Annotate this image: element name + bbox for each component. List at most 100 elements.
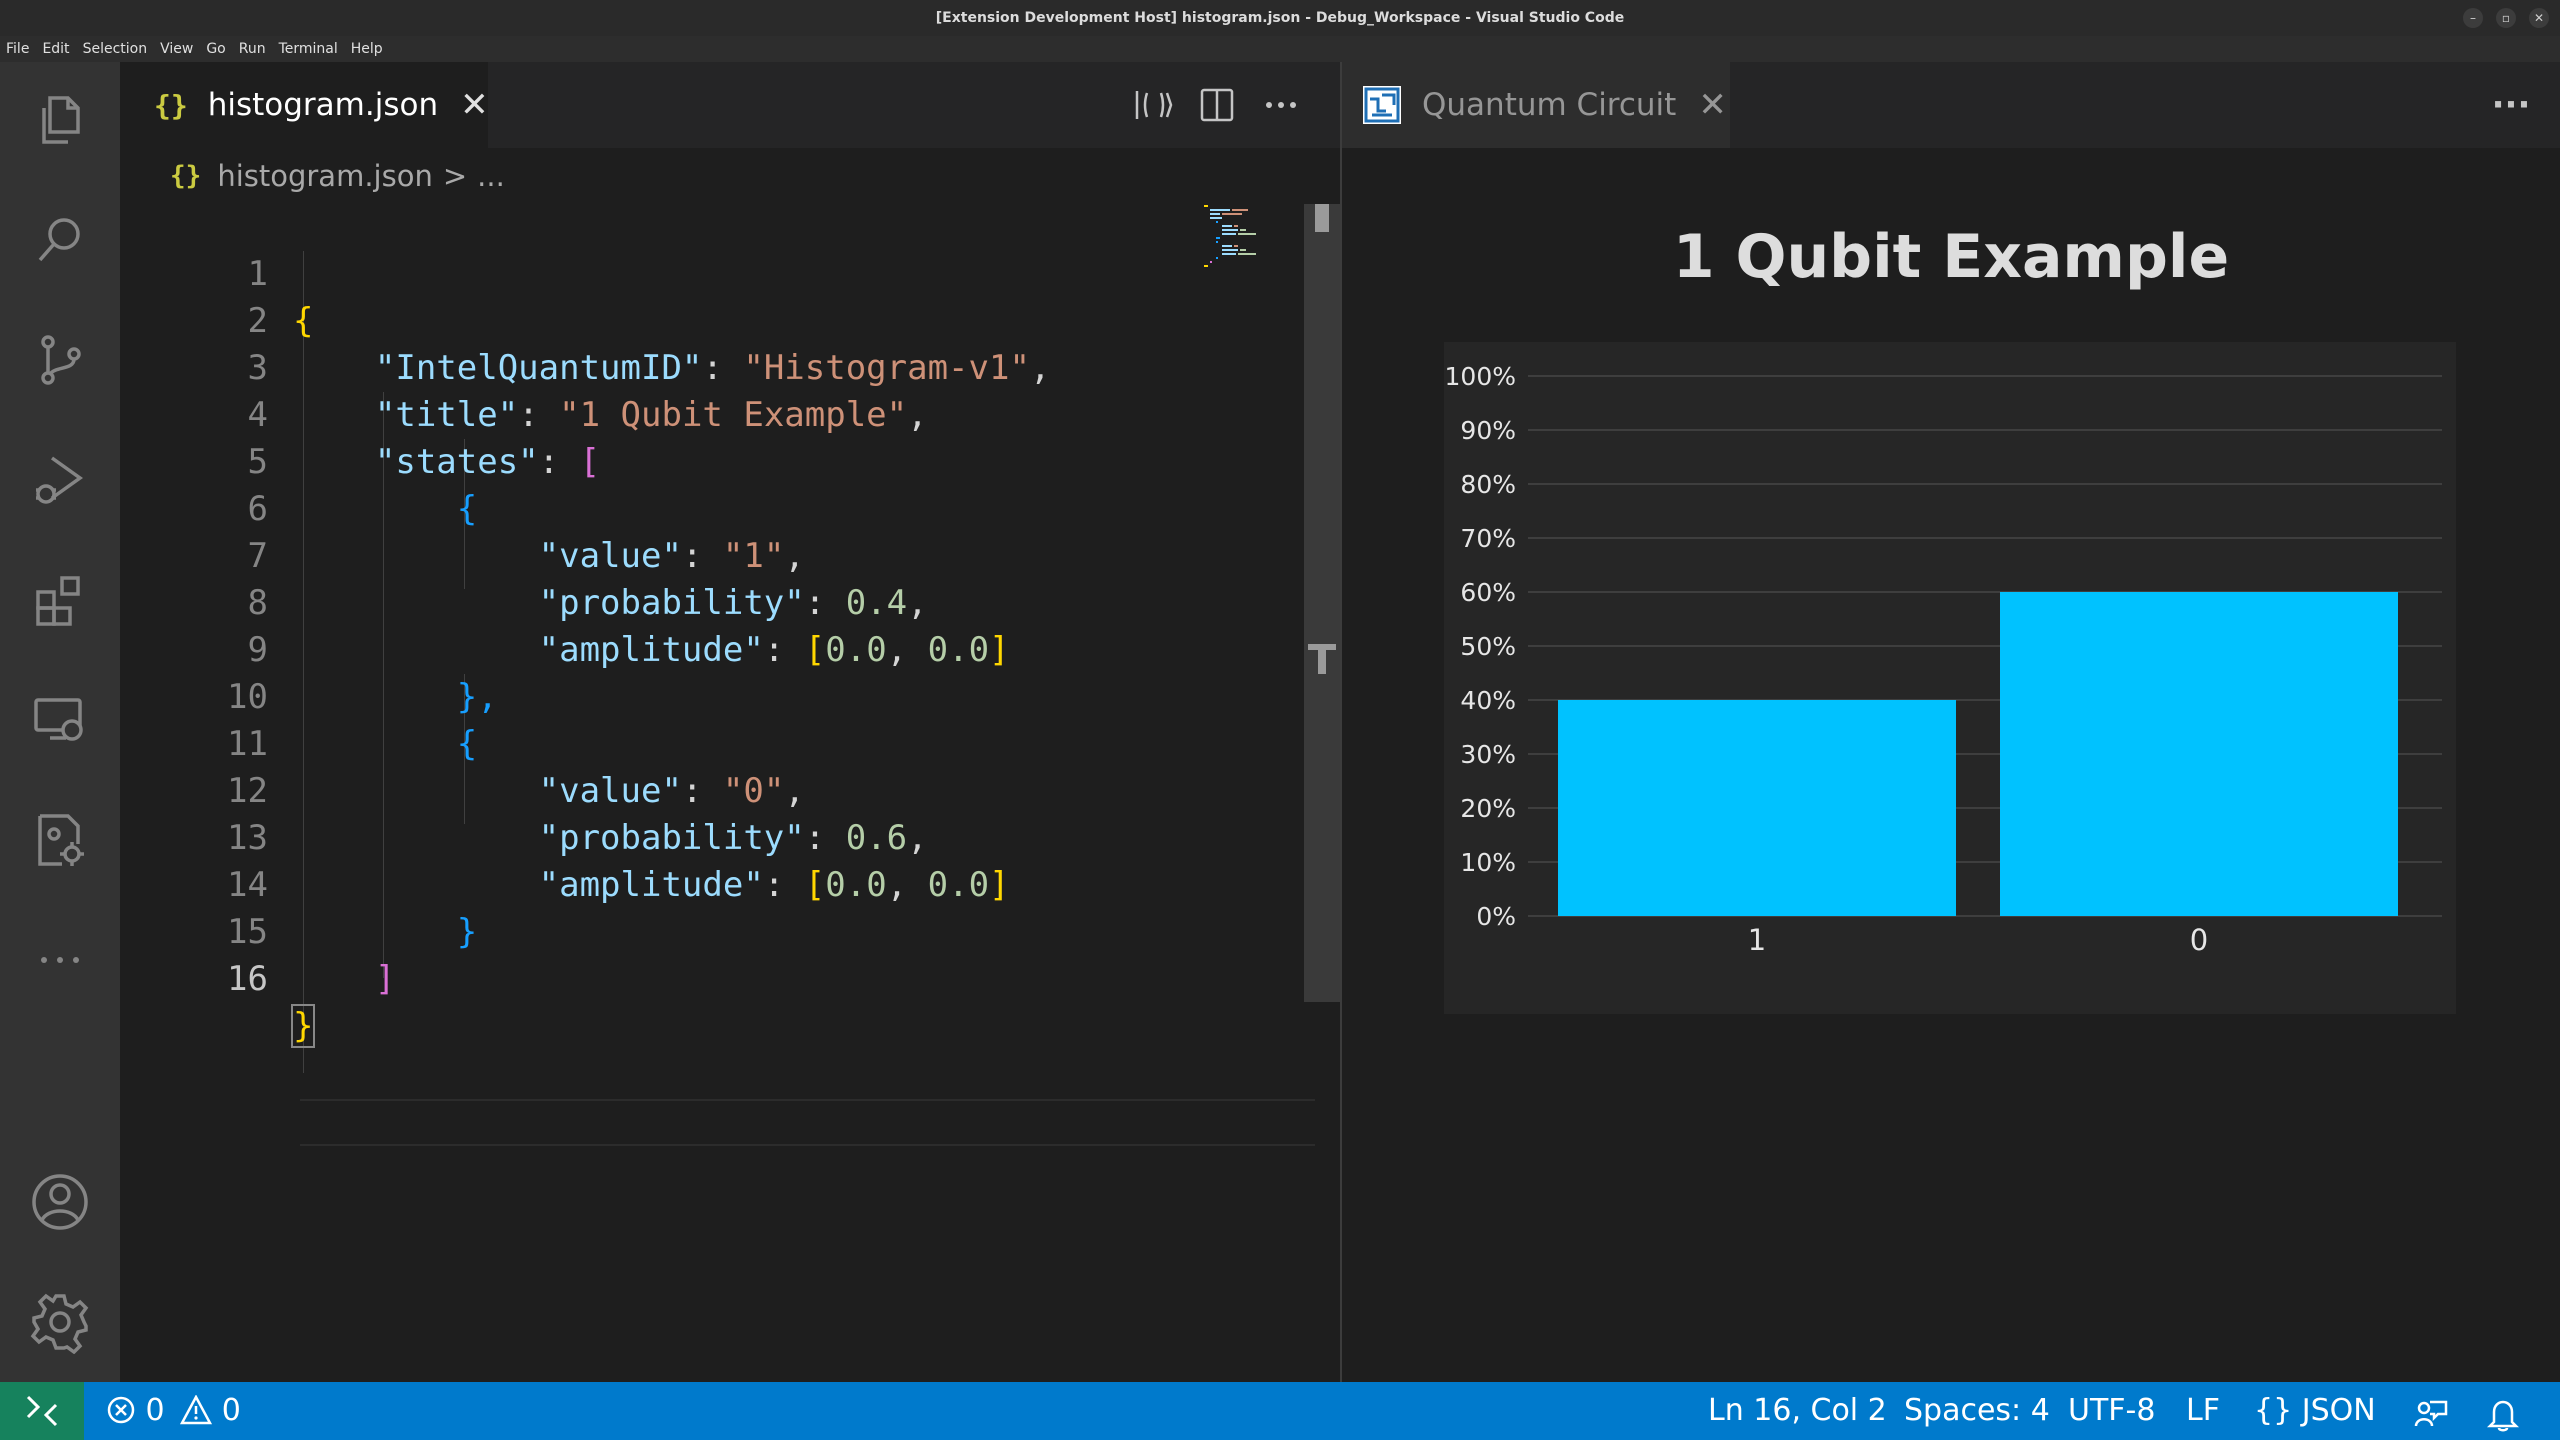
preview-tab-bar: Quantum Circuit ✕ ···: [1342, 62, 2560, 148]
menu-selection[interactable]: Selection: [83, 41, 148, 57]
warning-count: 0: [221, 1393, 241, 1428]
notifications-bell-icon[interactable]: [2486, 1394, 2520, 1432]
problems-indicator[interactable]: 0 0: [106, 1382, 241, 1440]
code-line: 16 }: [227, 959, 316, 1048]
menu-edit[interactable]: Edit: [42, 41, 69, 57]
feedback-icon[interactable]: [2414, 1394, 2448, 1430]
code-line: 7 "probability": 0.4,: [247, 536, 928, 623]
editor-scrollbar[interactable]: [1304, 204, 1340, 1002]
title-bar: [Extension Development Host] histogram.j…: [0, 0, 2560, 36]
language-mode[interactable]: {} JSON: [2254, 1382, 2376, 1440]
code-line: 13 "amplitude": [0.0, 0.0]: [227, 818, 1010, 905]
code-line: 8 "amplitude": [0.0, 0.0]: [247, 583, 1010, 670]
histogram-bar-1[interactable]: [1558, 700, 1956, 916]
menu-terminal[interactable]: Terminal: [279, 41, 338, 57]
more-actions-icon[interactable]: ···: [2488, 82, 2534, 128]
close-tab-icon[interactable]: ✕: [1698, 85, 1727, 125]
json-file-icon: {}: [154, 88, 188, 122]
y-tick-label: 30%: [1460, 740, 1516, 769]
histogram-bar-0[interactable]: [2000, 592, 2398, 916]
code-line: 12 "probability": 0.6,: [227, 771, 928, 858]
quantum-circuit-icon: [1363, 86, 1401, 124]
minimize-button[interactable]: –: [2463, 8, 2483, 28]
menu-file[interactable]: File: [6, 41, 29, 57]
json-file-icon: {}: [170, 161, 202, 191]
current-line-highlight: [300, 1099, 1315, 1146]
y-tick-label: 70%: [1460, 524, 1516, 553]
menu-view[interactable]: View: [160, 41, 193, 57]
settings-gear-icon[interactable]: [24, 1286, 96, 1358]
extensions-icon[interactable]: [24, 564, 96, 636]
json-language-icon: {}: [2254, 1393, 2293, 1428]
chart-title: 1 Qubit Example: [1672, 222, 2230, 292]
code-line: 4 "states": [: [247, 395, 601, 482]
editor-group-json: {} histogram.json ✕ {} histogram.json > …: [120, 62, 1340, 1382]
split-editor-icon[interactable]: [1194, 82, 1240, 128]
tab-label: Quantum Circuit: [1422, 87, 1677, 123]
open-preview-icon[interactable]: [1130, 82, 1176, 128]
status-bar: 0 0 Ln 16, Col 2 Spaces: 4 UTF-8 LF {} J…: [0, 1382, 2560, 1440]
close-window-button[interactable]: ✕: [2529, 8, 2549, 28]
tab-histogram-json[interactable]: {} histogram.json ✕: [120, 62, 489, 148]
window-title: [Extension Development Host] histogram.j…: [935, 10, 1625, 26]
code-line: 14 }: [227, 865, 478, 952]
language-label: JSON: [2301, 1393, 2376, 1428]
x-category-label: 0: [2190, 923, 2208, 957]
tab-label: histogram.json: [207, 87, 439, 123]
code-line: 2 "IntelQuantumID": "Histogram-v1",: [247, 301, 1051, 388]
more-actions-icon[interactable]: [1258, 82, 1304, 128]
menu-help[interactable]: Help: [351, 41, 383, 57]
code-line: 10 {: [227, 677, 478, 764]
search-icon[interactable]: [24, 204, 96, 276]
run-debug-icon[interactable]: [24, 444, 96, 516]
y-tick-label: 90%: [1460, 416, 1516, 445]
code-line: 11 "value": "0",: [227, 724, 805, 811]
y-tick-label: 60%: [1460, 578, 1516, 607]
y-tick-label: 20%: [1460, 794, 1516, 823]
tab-quantum-circuit[interactable]: Quantum Circuit ✕: [1342, 62, 1730, 148]
y-tick-label: 80%: [1460, 470, 1516, 499]
x-category-label: 1: [1748, 923, 1766, 957]
code-line: 6 "value": "1",: [247, 489, 805, 576]
breadcrumb-symbols[interactable]: ...: [477, 159, 505, 193]
histogram-chart: 0% 10% 20% 30% 40% 50% 60% 70% 80% 90% 100% 1 0: [1444, 342, 2456, 1014]
warning-icon: [180, 1394, 213, 1425]
explorer-icon[interactable]: [24, 84, 96, 156]
menu-run[interactable]: Run: [239, 41, 266, 57]
editor-group-preview: Quantum Circuit ✕ ··· 1 Qubit Example 0%…: [1342, 62, 2560, 1382]
menu-go[interactable]: Go: [206, 41, 225, 57]
account-icon[interactable]: [24, 1166, 96, 1238]
code-line: 5 {: [247, 442, 478, 529]
activity-bar: [0, 62, 120, 1382]
breadcrumb-file[interactable]: histogram.json: [217, 159, 433, 193]
y-tick-label: 50%: [1460, 632, 1516, 661]
cursor-position[interactable]: Ln 16, Col 2: [1708, 1382, 1887, 1440]
remote-explorer-icon[interactable]: [24, 684, 96, 756]
minimap[interactable]: [1200, 202, 1280, 282]
scrollbar-thumb[interactable]: [1315, 204, 1329, 232]
y-tick-label: 0%: [1476, 902, 1516, 931]
code-line: 15 ]: [227, 912, 396, 999]
quantum-extension-icon[interactable]: [24, 804, 96, 876]
restore-button[interactable]: ▫: [2496, 8, 2516, 28]
more-icon[interactable]: [24, 924, 96, 996]
encoding-setting[interactable]: UTF-8: [2068, 1382, 2155, 1440]
editor-tab-bar: {} histogram.json ✕: [120, 62, 1340, 148]
breadcrumb: {} histogram.json > ...: [170, 152, 505, 200]
remote-indicator-button[interactable]: [0, 1382, 84, 1440]
close-tab-icon[interactable]: ✕: [460, 85, 489, 125]
error-icon: [107, 1396, 135, 1424]
breadcrumb-separator: >: [442, 159, 468, 193]
y-tick-label: 10%: [1460, 848, 1516, 877]
matched-brace: }: [290, 1004, 316, 1048]
menu-bar: File Edit Selection View Go Run Terminal…: [0, 36, 2560, 62]
indentation-setting[interactable]: Spaces: 4: [1904, 1382, 2050, 1440]
chart-svg: 0% 10% 20% 30% 40% 50% 60% 70% 80% 90% 100% 1 0: [1445, 362, 2442, 957]
code-editor[interactable]: 1 { 2 "IntelQuantumID": "Histogram-v1", …: [120, 204, 1315, 1304]
eol-setting[interactable]: LF: [2186, 1382, 2220, 1440]
source-control-icon[interactable]: [24, 324, 96, 396]
y-tick-label: 40%: [1460, 686, 1516, 715]
cursor-position-marker: [1308, 644, 1336, 674]
error-count: 0: [145, 1393, 165, 1428]
y-tick-label: 100%: [1445, 362, 1516, 391]
